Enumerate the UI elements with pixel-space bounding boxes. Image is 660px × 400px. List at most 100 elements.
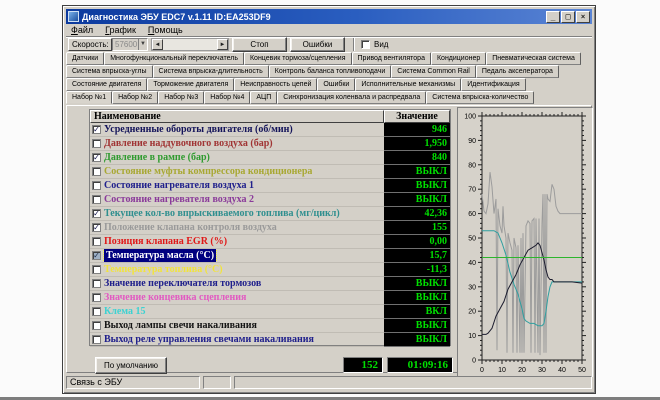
row-checkbox[interactable] [92, 237, 101, 246]
row-label[interactable]: Значение переключателя тормозов [104, 277, 261, 290]
row-checkbox[interactable] [92, 279, 101, 288]
svg-text:50: 50 [468, 236, 476, 243]
row-label[interactable]: Текущее кол-во впрыскиваемого топлива (м… [104, 207, 340, 220]
scroll-left-icon[interactable]: ◄ [152, 39, 163, 50]
table-row[interactable]: Клема 15ВКЛ [90, 305, 450, 319]
row-label[interactable]: Положение клапана контроля воздуха [104, 221, 277, 234]
row-checkbox[interactable] [92, 321, 101, 330]
row-label[interactable]: Значение концевика сцепления [104, 291, 246, 304]
row-label[interactable]: Состояние муфты компрессора кондиционера [104, 165, 312, 178]
errors-button[interactable]: Ошибки [290, 37, 345, 52]
speed-combobox[interactable]: 57600 ▼ [112, 38, 148, 51]
table-row[interactable]: Выход реле управления свечами накаливани… [90, 333, 450, 347]
tab[interactable]: Неисправность цепей [234, 78, 317, 91]
table-row[interactable]: Температура топлива (°C)-11,3 [90, 263, 450, 277]
tab[interactable]: Система впрыска-углы [66, 65, 153, 78]
table-row[interactable]: Значение концевика сцепленияВЫКЛ [90, 291, 450, 305]
table-row[interactable]: Значение переключателя тормозовВЫКЛ [90, 277, 450, 291]
scroll-right-icon[interactable]: ► [217, 39, 228, 50]
stop-button[interactable]: Стоп [232, 37, 287, 52]
row-value: 42,36 [384, 207, 450, 221]
table-row[interactable]: ✓Положение клапана контроля воздуха155 [90, 221, 450, 235]
tab[interactable]: Торможение двигателя [147, 78, 234, 91]
title-bar[interactable]: Диагностика ЭБУ EDC7 v.1.11 ID:EA253DF9 … [66, 9, 592, 24]
close-icon[interactable]: × [576, 11, 590, 23]
table-row[interactable]: Состояние нагревателя воздуха 1ВЫКЛ [90, 179, 450, 193]
app-window: Диагностика ЭБУ EDC7 v.1.11 ID:EA253DF9 … [62, 5, 596, 394]
scrollbar-track[interactable] [163, 39, 217, 50]
row-label[interactable]: Выход лампы свечи накаливания [104, 319, 257, 332]
row-checkbox[interactable]: ✓ [92, 125, 101, 134]
row-checkbox[interactable] [92, 293, 101, 302]
default-button[interactable]: По умолчанию [95, 357, 167, 374]
column-header-value[interactable]: Значение [384, 110, 450, 123]
row-value: 840 [384, 151, 450, 165]
tab[interactable]: Идентификация [461, 78, 525, 91]
tab[interactable]: Система впрыска-длительность [153, 65, 269, 78]
table-row[interactable]: Давление наддувочного воздуха (бар)1,950 [90, 137, 450, 151]
tab[interactable]: Концевик тормоза/сцепления [244, 52, 352, 65]
maximize-icon[interactable]: □ [561, 11, 575, 23]
tab[interactable]: Ошибки [317, 78, 355, 91]
row-checkbox[interactable]: ✓ [92, 251, 101, 260]
row-checkbox[interactable] [92, 181, 101, 190]
menu-item-график[interactable]: График [100, 25, 141, 35]
row-checkbox[interactable]: ✓ [92, 223, 101, 232]
table-row[interactable]: Состояние нагревателя воздуха 2ВЫКЛ [90, 193, 450, 207]
tab[interactable]: Педаль акселератора [476, 65, 559, 78]
row-checkbox[interactable] [92, 335, 101, 344]
tab[interactable]: Контроль баланса топливоподачи [269, 65, 392, 78]
speed-scrollbar[interactable]: ◄ ► [151, 38, 229, 51]
table-row[interactable]: Состояние муфты компрессора кондиционера… [90, 165, 450, 179]
tab[interactable]: Состояние двигателя [66, 78, 147, 91]
tab[interactable]: Многофункциональный переключатель [104, 52, 244, 65]
row-name-cell: Позиция клапана EGR (%) [90, 235, 384, 249]
table-row[interactable]: ✓Усредненные обороты двигателя (об/мин)9… [90, 123, 450, 137]
row-checkbox[interactable] [92, 307, 101, 316]
chevron-down-icon[interactable]: ▼ [138, 39, 147, 50]
table-row[interactable]: ✓Текущее кол-во впрыскиваемого топлива (… [90, 207, 450, 221]
row-label[interactable]: Выход реле управления свечами накаливани… [104, 333, 314, 346]
svg-text:20: 20 [468, 309, 476, 316]
tab[interactable]: Привод вентилятора [352, 52, 431, 65]
minimize-icon[interactable]: _ [546, 11, 560, 23]
tab[interactable]: АЦП [250, 91, 277, 104]
tab[interactable]: Кондиционер [431, 52, 486, 65]
row-checkbox[interactable]: ✓ [92, 153, 101, 162]
tab[interactable]: Набор №4 [204, 91, 250, 104]
table-row[interactable]: ✓Температура масла (°C) 15,7 [90, 249, 450, 263]
tab[interactable]: Исполнительные механизмы [355, 78, 461, 91]
table-row[interactable]: Выход лампы свечи накаливанияВЫКЛ [90, 319, 450, 333]
row-checkbox[interactable] [92, 167, 101, 176]
table-row[interactable]: ✓Давление в рампе (бар) 840 [90, 151, 450, 165]
row-label[interactable]: Позиция клапана EGR (%) [104, 235, 227, 248]
table-row[interactable]: Позиция клапана EGR (%)0,00 [90, 235, 450, 249]
view-checkbox[interactable] [361, 40, 370, 49]
tab[interactable]: Синхронизация коленвала и распредвала [277, 91, 426, 104]
row-label[interactable]: Клема 15 [104, 305, 146, 318]
row-checkbox[interactable] [92, 265, 101, 274]
row-checkbox[interactable]: ✓ [92, 209, 101, 218]
tab-strip: ДатчикиМногофункциональный переключатель… [66, 52, 592, 105]
tab[interactable]: Пневматическая система [486, 52, 581, 65]
row-value: 15,7 [384, 249, 450, 263]
row-label[interactable]: Состояние нагревателя воздуха 2 [104, 193, 254, 206]
row-checkbox[interactable] [92, 139, 101, 148]
menu-item-файл[interactable]: Файл [66, 25, 98, 35]
tab[interactable]: Датчики [66, 52, 104, 65]
tab[interactable]: Набор №1 [66, 91, 112, 104]
elapsed-timer: 01:09:16 [387, 357, 453, 373]
row-label[interactable]: Состояние нагревателя воздуха 1 [104, 179, 254, 192]
row-label[interactable]: Температура масла (°C) [104, 249, 216, 262]
tab[interactable]: Набор №2 [112, 91, 158, 104]
row-label[interactable]: Давление в рампе (бар) [104, 151, 210, 164]
tab[interactable]: Набор №3 [158, 91, 204, 104]
tab[interactable]: Система впрыска-количество [426, 91, 534, 104]
column-header-name[interactable]: Наименование [90, 110, 384, 123]
row-label[interactable]: Усредненные обороты двигателя (об/мин) [104, 123, 293, 136]
menu-item-помощь[interactable]: Помощь [143, 25, 188, 35]
row-label[interactable]: Давление наддувочного воздуха (бар) [104, 137, 273, 150]
row-label[interactable]: Температура топлива (°C) [104, 263, 223, 276]
tab[interactable]: Система Common Rail [391, 65, 476, 78]
row-checkbox[interactable] [92, 195, 101, 204]
